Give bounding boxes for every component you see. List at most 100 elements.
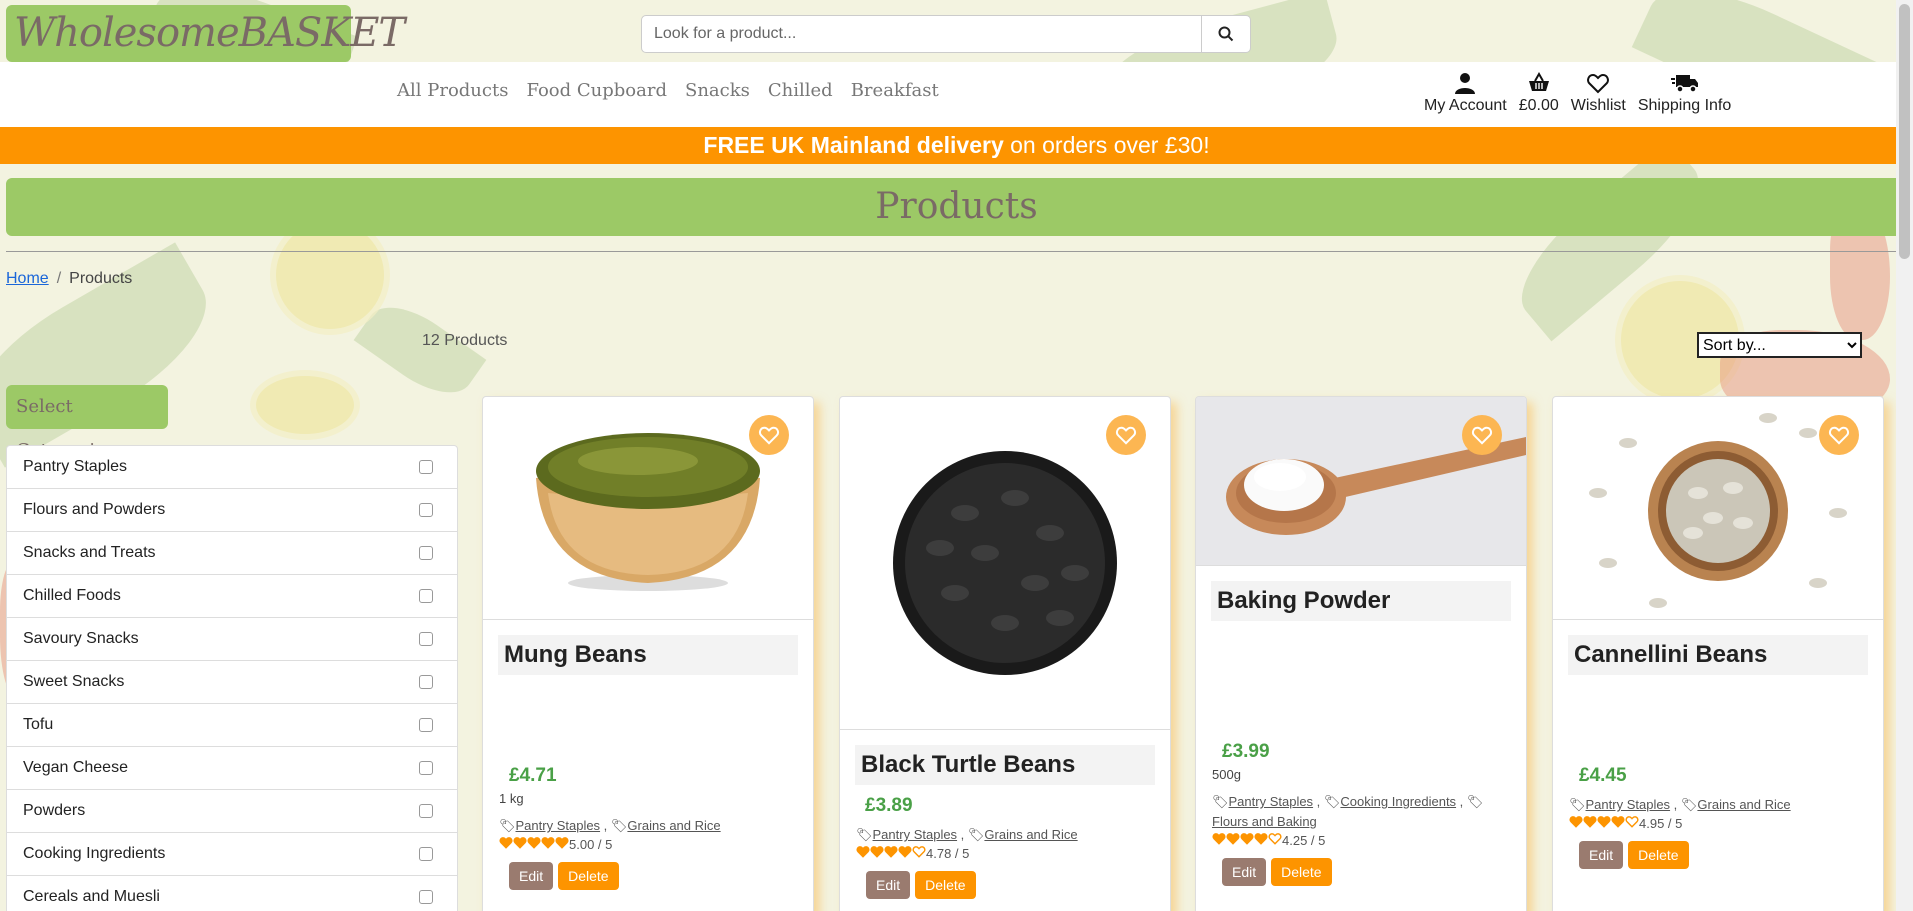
product-name[interactable]: Black Turtle Beans bbox=[855, 745, 1155, 785]
breadcrumb-home[interactable]: Home bbox=[6, 270, 49, 287]
category-item[interactable]: Savoury Snacks bbox=[7, 618, 457, 661]
wishlist-button[interactable] bbox=[1106, 415, 1146, 455]
category-item[interactable]: Chilled Foods bbox=[7, 575, 457, 618]
edit-button[interactable]: Edit bbox=[509, 862, 554, 890]
category-checkbox[interactable] bbox=[419, 460, 433, 474]
delete-button[interactable]: Delete bbox=[1271, 858, 1332, 886]
product-tag[interactable]: Pantry Staples bbox=[516, 818, 601, 833]
banner-rest: on orders over £30! bbox=[1003, 132, 1210, 158]
category-checkbox[interactable] bbox=[419, 847, 433, 861]
nav-snacks[interactable]: Snacks bbox=[685, 80, 750, 101]
wishlist-button[interactable] bbox=[749, 415, 789, 455]
wishlist-link[interactable]: Wishlist bbox=[1571, 71, 1626, 115]
product-tag[interactable]: Flours and Baking bbox=[1212, 814, 1317, 829]
category-item[interactable]: Vegan Cheese bbox=[7, 747, 457, 790]
sort-control: Sort by... bbox=[1697, 332, 1862, 358]
product-tag[interactable]: Grains and Rice bbox=[627, 818, 720, 833]
tag-icon: 🏷 bbox=[1466, 794, 1484, 809]
category-item[interactable]: Pantry Staples bbox=[7, 446, 457, 489]
nav-chilled[interactable]: Chilled bbox=[768, 80, 833, 101]
category-label: Cooking Ingredients bbox=[23, 845, 166, 862]
category-label: Cereals and Muesli bbox=[23, 888, 160, 905]
product-tag[interactable]: Pantry Staples bbox=[873, 827, 958, 842]
category-checkbox[interactable] bbox=[419, 804, 433, 818]
top-bar: WholesomeBASKET bbox=[0, 0, 1913, 62]
category-checkbox[interactable] bbox=[419, 718, 433, 732]
bowl-image bbox=[536, 433, 760, 591]
sort-select[interactable]: Sort by... bbox=[1697, 332, 1862, 358]
category-item[interactable]: Flours and Powders bbox=[7, 489, 457, 532]
product-card: Baking Powder £3.99 500g 🏷Pantry Staples… bbox=[1195, 396, 1527, 911]
scrollbar-thumb[interactable] bbox=[1899, 4, 1910, 259]
star-icon bbox=[499, 837, 513, 849]
delete-button[interactable]: Delete bbox=[915, 871, 976, 899]
rating-value: 4.25 / 5 bbox=[1282, 832, 1326, 848]
category-item[interactable]: Snacks and Treats bbox=[7, 532, 457, 575]
product-price: £3.99 bbox=[1222, 741, 1270, 762]
product-card: Mung Beans £4.71 1 kg 🏷Pantry Staples , … bbox=[482, 396, 814, 911]
category-item[interactable]: Cereals and Muesli bbox=[7, 876, 457, 911]
truck-icon bbox=[1670, 75, 1698, 93]
product-image[interactable] bbox=[840, 397, 1170, 730]
wishlist-button[interactable] bbox=[1819, 415, 1859, 455]
product-tag[interactable]: Grains and Rice bbox=[1697, 797, 1790, 812]
category-item[interactable]: Sweet Snacks bbox=[7, 661, 457, 704]
search-button[interactable] bbox=[1202, 15, 1251, 53]
product-price: £4.45 bbox=[1579, 765, 1627, 786]
delete-button[interactable]: Delete bbox=[558, 862, 619, 890]
shipping-info-link[interactable]: Shipping Info bbox=[1638, 71, 1731, 115]
product-name[interactable]: Mung Beans bbox=[498, 635, 798, 675]
page-title: Products bbox=[6, 178, 1907, 236]
my-account-label: My Account bbox=[1424, 97, 1507, 114]
edit-button[interactable]: Edit bbox=[1222, 858, 1267, 886]
product-rating: 4.95 / 5 bbox=[1569, 815, 1867, 831]
search-input[interactable] bbox=[641, 15, 1202, 53]
wishlist-button[interactable] bbox=[1462, 415, 1502, 455]
category-item[interactable]: Tofu bbox=[7, 704, 457, 747]
star-icon bbox=[1212, 833, 1226, 845]
basket-total: £0.00 bbox=[1518, 97, 1559, 114]
edit-button[interactable]: Edit bbox=[1579, 841, 1624, 869]
category-checkbox[interactable] bbox=[419, 503, 433, 517]
heart-icon bbox=[1829, 426, 1849, 445]
delete-button[interactable]: Delete bbox=[1628, 841, 1689, 869]
category-checkbox[interactable] bbox=[419, 632, 433, 646]
product-image[interactable] bbox=[1553, 397, 1883, 620]
nav-food-cupboard[interactable]: Food Cupboard bbox=[526, 80, 667, 101]
category-checkbox[interactable] bbox=[419, 890, 433, 904]
product-image[interactable] bbox=[1196, 397, 1526, 566]
category-item[interactable]: Cooking Ingredients bbox=[7, 833, 457, 876]
category-checkbox[interactable] bbox=[419, 761, 433, 775]
product-actions: Edit Delete bbox=[1222, 858, 1526, 886]
nav-breakfast[interactable]: Breakfast bbox=[851, 80, 939, 101]
star-icon bbox=[1611, 816, 1625, 828]
product-name[interactable]: Cannellini Beans bbox=[1568, 635, 1868, 675]
category-checkbox[interactable] bbox=[419, 589, 433, 603]
search-icon bbox=[1218, 26, 1234, 42]
product-tag[interactable]: Grains and Rice bbox=[984, 827, 1077, 842]
basket-link[interactable]: £0.00 bbox=[1519, 71, 1559, 115]
nav-all-products[interactable]: All Products bbox=[397, 80, 508, 101]
star-icon bbox=[912, 846, 926, 858]
product-tag[interactable]: Cooking Ingredients bbox=[1340, 794, 1456, 809]
product-tag[interactable]: Pantry Staples bbox=[1229, 794, 1314, 809]
page-scrollbar[interactable] bbox=[1896, 0, 1913, 911]
category-label: Flours and Powders bbox=[23, 501, 166, 518]
product-rating: 5.00 / 5 bbox=[499, 836, 797, 852]
brand-logo[interactable]: WholesomeBASKET bbox=[6, 5, 405, 62]
category-checkbox[interactable] bbox=[419, 675, 433, 689]
edit-button[interactable]: Edit bbox=[866, 871, 911, 899]
product-actions: Edit Delete bbox=[1579, 841, 1883, 869]
product-actions: Edit Delete bbox=[509, 862, 813, 890]
category-item[interactable]: Powders bbox=[7, 790, 457, 833]
product-image[interactable] bbox=[483, 397, 813, 620]
heart-icon bbox=[1116, 426, 1136, 445]
shipping-info-label: Shipping Info bbox=[1637, 97, 1732, 114]
star-icon bbox=[555, 837, 569, 849]
product-tag[interactable]: Pantry Staples bbox=[1586, 797, 1671, 812]
my-account-link[interactable]: My Account bbox=[1424, 71, 1507, 115]
product-name[interactable]: Baking Powder bbox=[1211, 581, 1511, 621]
category-checkbox[interactable] bbox=[419, 546, 433, 560]
category-label: Snacks and Treats bbox=[23, 544, 156, 561]
search-bar bbox=[641, 15, 1251, 53]
